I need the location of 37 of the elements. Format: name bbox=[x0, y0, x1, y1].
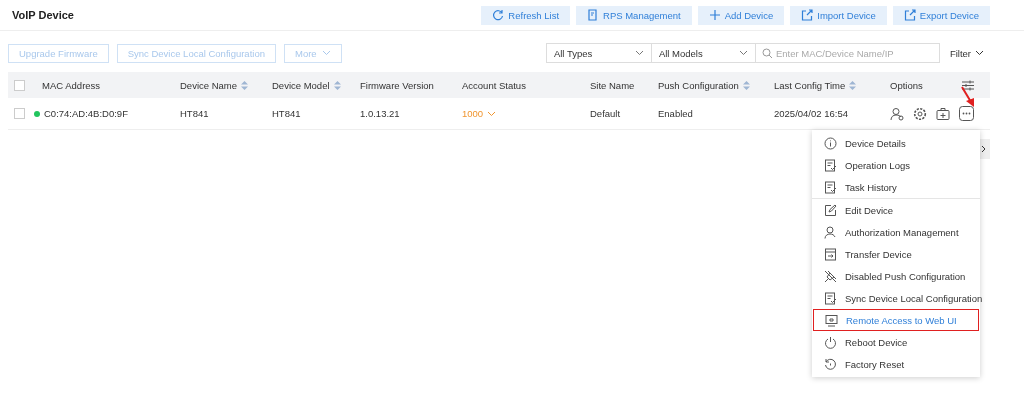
toolbar-button[interactable]: Add Device bbox=[697, 5, 785, 25]
table-cell: HT841 bbox=[180, 108, 209, 119]
column-header: Push Configuration bbox=[658, 79, 739, 91]
filter-button[interactable]: Filter bbox=[943, 46, 990, 60]
menu-item[interactable]: Task History bbox=[812, 176, 980, 198]
search-field[interactable]: Enter MAC/Device Name/IP bbox=[755, 43, 940, 63]
table-cell: Enabled bbox=[658, 108, 693, 119]
table-cell: C0:74:AD:4B:D0:9F bbox=[44, 108, 128, 119]
type-select[interactable]: All Types bbox=[545, 43, 652, 63]
column-header: Account Status bbox=[462, 79, 526, 91]
table-cell: Default bbox=[590, 108, 621, 119]
menu-item[interactable]: Reboot Device bbox=[812, 331, 980, 353]
table-cell: 1.0.13.21 bbox=[360, 108, 400, 119]
column-header: Firmware Version bbox=[360, 79, 434, 91]
column-header: Device Model bbox=[272, 79, 330, 91]
menu-item[interactable]: Disabled Push Configuration bbox=[812, 265, 980, 287]
menu-item[interactable]: Operation Logs bbox=[812, 154, 980, 176]
table-cell: 2025/04/02 16:54 bbox=[774, 108, 848, 119]
menu-item[interactable]: Remote Access to Web UI bbox=[813, 309, 979, 331]
toolbar-button[interactable]: Refresh List bbox=[481, 5, 571, 25]
menu-item[interactable]: Device Details bbox=[812, 132, 980, 154]
column-header: Site Name bbox=[590, 79, 635, 91]
menu-item[interactable]: Sync Device Local Configuration bbox=[812, 287, 980, 309]
page-title: VoIP Device bbox=[12, 9, 74, 21]
menu-item[interactable]: Transfer Device bbox=[812, 243, 980, 265]
column-header: Options bbox=[890, 79, 923, 91]
menu-item[interactable]: Factory Reset bbox=[812, 353, 980, 375]
menu-item[interactable]: Edit Device bbox=[812, 198, 980, 221]
column-header: MAC Address bbox=[42, 79, 101, 91]
toolbar-button[interactable]: RPS Management bbox=[576, 5, 692, 25]
column-header: Device Name bbox=[180, 79, 238, 91]
menu-item[interactable]: Authorization Management bbox=[812, 221, 980, 243]
toolbar-button[interactable]: Import Device bbox=[790, 5, 887, 25]
model-select[interactable]: All Models bbox=[651, 43, 756, 63]
column-header: Last Config Time bbox=[774, 79, 846, 91]
table-cell: HT841 bbox=[272, 108, 301, 119]
toolbar-button[interactable]: Export Device bbox=[892, 5, 990, 25]
